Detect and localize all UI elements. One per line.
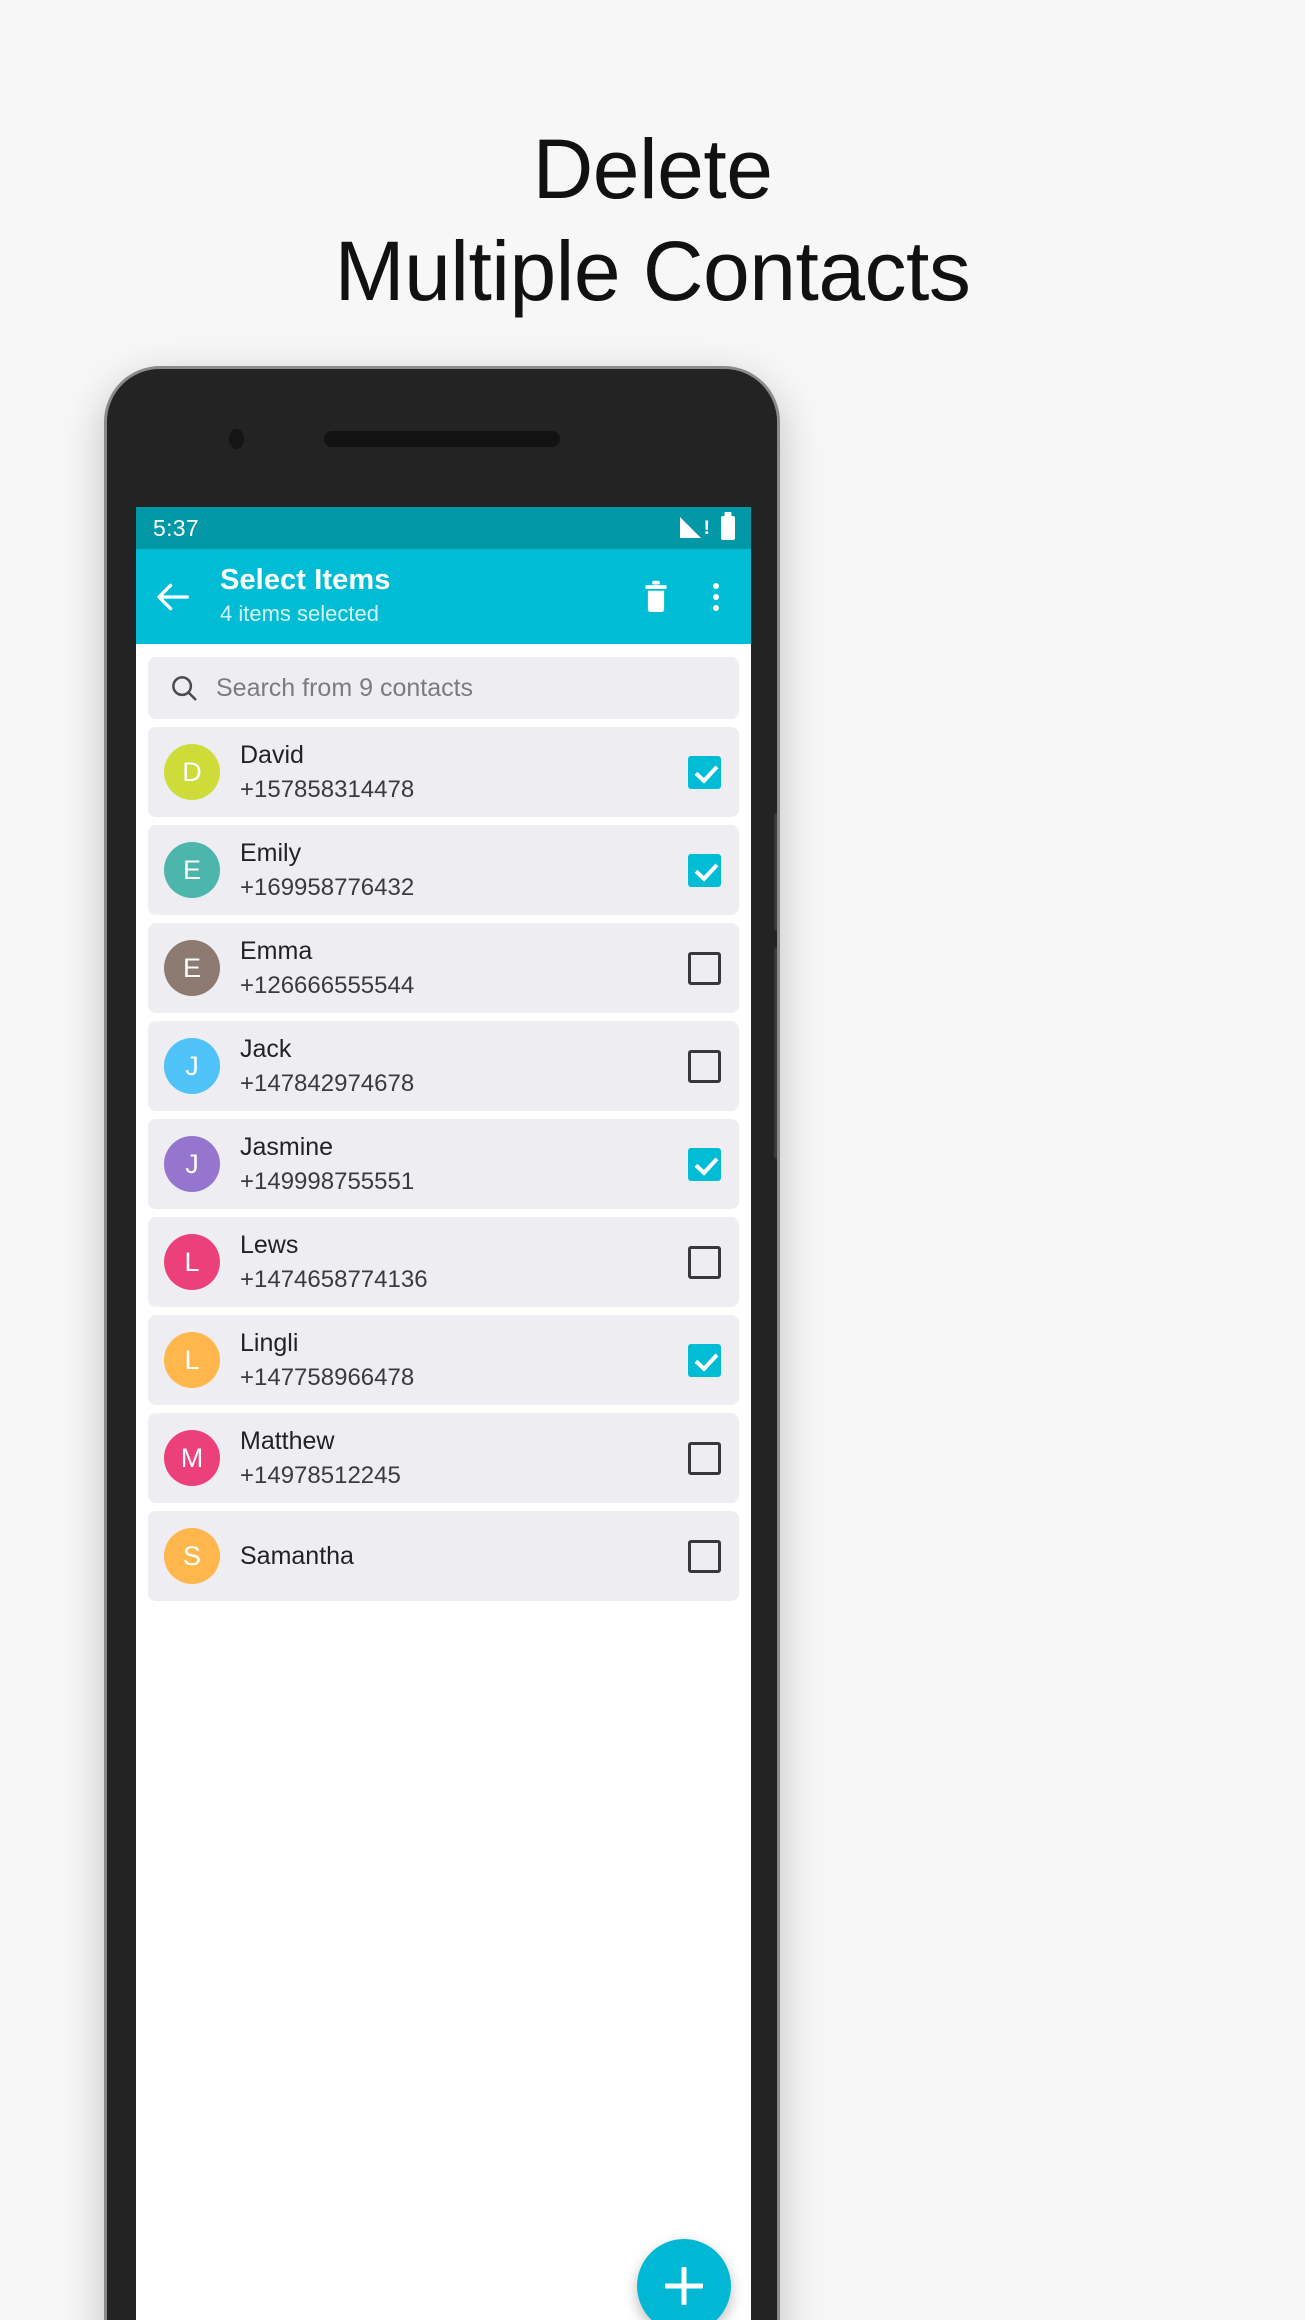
avatar: L [164, 1332, 220, 1388]
contact-row[interactable]: J Jasmine +149998755551 [148, 1119, 739, 1209]
contact-list: D David +157858314478 E Emily +169958776432 E E… [148, 727, 739, 1601]
search-input[interactable]: Search from 9 contacts [148, 657, 739, 719]
volume-rocker-button[interactable] [774, 947, 777, 1159]
front-camera-icon [229, 429, 244, 449]
more-vertical-icon[interactable] [698, 577, 734, 617]
contact-row[interactable]: J Jack +147842974678 [148, 1021, 739, 1111]
avatar: J [164, 1038, 220, 1094]
contact-name: Samantha [240, 1542, 354, 1570]
page-title: Select Items [220, 564, 391, 597]
contact-texts: David +157858314478 [240, 740, 688, 805]
search-placeholder-text: Search from 9 contacts [216, 673, 474, 702]
contact-row[interactable]: E Emma +126666555544 [148, 923, 739, 1013]
contact-texts: Emily +169958776432 [240, 838, 688, 903]
contact-texts: Lingli +147758966478 [240, 1328, 688, 1393]
trash-icon[interactable] [638, 577, 674, 617]
status-bar-icons: ! [680, 516, 735, 540]
avatar: E [164, 940, 220, 996]
promo-heading-line-1: Delete [532, 122, 773, 216]
contact-phone: +147758966478 [240, 1363, 415, 1391]
phone-device-frame: 5:37 ! Select Items 4 items selected Sea… [104, 366, 780, 2320]
battery-full-icon [721, 516, 735, 540]
contact-name: Lingli [240, 1328, 299, 1357]
contact-texts: Jack +147842974678 [240, 1034, 688, 1099]
contact-texts: Matthew +14978512245 [240, 1426, 688, 1491]
back-arrow-icon[interactable] [154, 577, 194, 617]
contact-select-checkbox[interactable] [688, 1245, 721, 1279]
contact-row[interactable]: L Lingli +147758966478 [148, 1315, 739, 1405]
avatar: J [164, 1136, 220, 1192]
earpiece-speaker-icon [324, 431, 560, 447]
contact-row[interactable]: M Matthew +14978512245 [148, 1413, 739, 1503]
promo-heading: Delete Multiple Contacts [0, 118, 1305, 323]
contact-select-checkbox[interactable] [688, 1343, 721, 1377]
contact-row[interactable]: L Lews +1474658774136 [148, 1217, 739, 1307]
contact-phone: +126666555544 [240, 971, 415, 999]
contact-select-checkbox[interactable] [688, 755, 721, 789]
phone-screen: 5:37 ! Select Items 4 items selected Sea… [136, 507, 751, 2320]
contact-texts: Emma +126666555544 [240, 936, 688, 1001]
contact-texts: Lews +1474658774136 [240, 1230, 688, 1295]
contact-name: Jasmine [240, 1132, 334, 1161]
contact-phone: +169958776432 [240, 873, 415, 901]
avatar: L [164, 1234, 220, 1290]
contact-select-checkbox[interactable] [688, 1441, 721, 1475]
contact-phone: +157858314478 [240, 775, 415, 803]
contact-texts: Jasmine +149998755551 [240, 1132, 688, 1197]
contact-name: Emma [240, 936, 313, 965]
contact-select-checkbox[interactable] [688, 853, 721, 887]
power-button[interactable] [774, 813, 777, 931]
contact-select-checkbox[interactable] [688, 1147, 721, 1181]
contact-select-checkbox[interactable] [688, 951, 721, 985]
plus-icon [665, 2267, 703, 2305]
search-icon [169, 673, 199, 703]
app-bar: Select Items 4 items selected [136, 549, 751, 644]
status-bar-time: 5:37 [153, 514, 199, 541]
promo-heading-line-2: Multiple Contacts [334, 224, 971, 319]
status-bar: 5:37 ! [136, 507, 751, 549]
phone-device-body: 5:37 ! Select Items 4 items selected Sea… [107, 369, 777, 2320]
contact-row[interactable]: E Emily +169958776432 [148, 825, 739, 915]
contact-row[interactable]: S Samantha [148, 1511, 739, 1601]
contact-select-checkbox[interactable] [688, 1049, 721, 1083]
screen-content: Search from 9 contacts D David +1578583144… [136, 644, 751, 2320]
contact-name: Emily [240, 838, 302, 867]
selection-count-label: 4 items selected [220, 601, 379, 627]
contact-select-checkbox[interactable] [688, 1539, 721, 1573]
contact-phone: +147842974678 [240, 1069, 415, 1097]
avatar: S [164, 1528, 220, 1584]
contact-phone: +14978512245 [240, 1461, 401, 1489]
contact-name: Lews [240, 1230, 299, 1259]
avatar: D [164, 744, 220, 800]
contact-name: Matthew [240, 1426, 335, 1455]
contact-texts: Samantha [240, 1541, 688, 1571]
contact-name: David [240, 740, 304, 769]
app-bar-actions [638, 577, 734, 617]
contact-phone: +1474658774136 [240, 1265, 428, 1293]
signal-no-service-icon: ! [680, 516, 710, 540]
avatar: M [164, 1430, 220, 1486]
contact-phone: +149998755551 [240, 1167, 415, 1195]
contact-name: Jack [240, 1034, 292, 1063]
avatar: E [164, 842, 220, 898]
add-contact-fab-button[interactable] [637, 2239, 731, 2320]
app-bar-titles: Select Items 4 items selected [220, 564, 638, 629]
contact-row[interactable]: D David +157858314478 [148, 727, 739, 817]
promo-screenshot-page: Delete Multiple Contacts 5:37 ! Select I… [0, 0, 1305, 2320]
